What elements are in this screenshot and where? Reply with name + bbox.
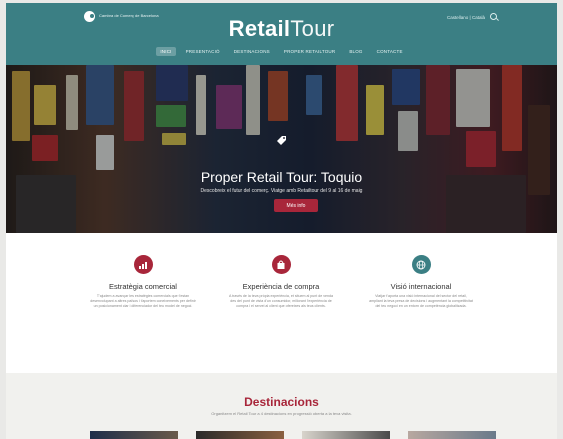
features-section: Estratègia comercial T'ajudem a avançar … (6, 233, 557, 373)
feature-description: Viatjar t'aporta una visió internacional… (369, 294, 473, 308)
nav-item-contacte[interactable]: CONTACTE (373, 47, 407, 56)
feature-title: Experiència de compra (242, 282, 320, 291)
feature-description: T'ajudem a avançar les estratègies comer… (90, 294, 196, 308)
nav-item-proper-retailtour[interactable]: PROPER RETAILTOUR (280, 47, 339, 56)
brand-bold: Retail (228, 16, 291, 41)
feature-title: Visió internacional (390, 282, 452, 291)
feature-title: Estratègia comercial (109, 282, 177, 291)
destination-thumbnail[interactable] (302, 431, 390, 439)
destinations-title: Destinacions (244, 395, 319, 409)
nav-item-destinacions[interactable]: DESTINACIONS (230, 47, 274, 56)
feature-description: A través de la teva pròpia experiència, … (228, 294, 334, 308)
nav-item-blog[interactable]: BLOG (345, 47, 366, 56)
globe-icon (411, 255, 431, 274)
destinations-subtitle: Organitzem el Retail Tour a 4 destinacio… (211, 411, 352, 416)
feature-strategy: Estratègia comercial T'ajudem a avançar … (78, 255, 208, 308)
nav-item-presentacio[interactable]: PRESENTACIÓ (182, 47, 224, 56)
destination-thumbnail[interactable] (408, 431, 496, 439)
language-switcher[interactable]: Castellano | Català (447, 15, 485, 20)
main-nav: INICI PRESENTACIÓ DESTINACIONS PROPER RE… (6, 47, 557, 56)
page-frame: Cambra de Comerç de Barcelona RetailTour… (6, 3, 557, 439)
feature-international: Visió internacional Viatjar t'aporta una… (356, 255, 486, 308)
hero-subtitle: Descobreix el futur del comerç. Viatge a… (200, 188, 363, 194)
site-header: Cambra de Comerç de Barcelona RetailTour… (6, 3, 557, 65)
search-icon[interactable] (490, 13, 497, 20)
nav-item-inici[interactable]: INICI (156, 47, 176, 56)
shopping-tag-icon (277, 136, 286, 145)
chart-icon (133, 255, 153, 274)
destinations-section: Destinacions Organitzem el Retail Tour a… (6, 373, 557, 439)
more-info-button[interactable]: Més info (274, 199, 318, 212)
destination-thumbnail[interactable] (90, 431, 178, 439)
brand-light: Tour (290, 16, 335, 41)
hero-title: Proper Retail Tour: Toquio (200, 169, 363, 185)
destination-thumbnail[interactable] (196, 431, 284, 439)
feature-experience: Experiència de compra A través de la tev… (216, 255, 346, 308)
shopping-bag-icon (271, 255, 291, 274)
